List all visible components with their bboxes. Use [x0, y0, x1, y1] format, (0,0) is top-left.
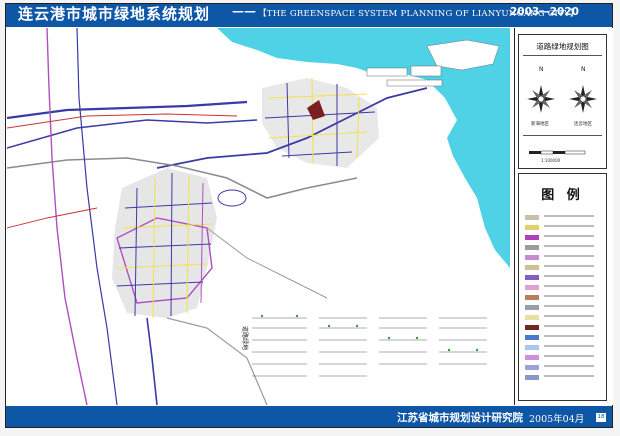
- legend-title: 图 例: [541, 188, 584, 203]
- urban-area-east: [262, 78, 379, 168]
- plan-info-panel: 道路绿地规划图 N N 新海地区 连云地区 1:100000: [518, 34, 607, 169]
- side-panel: 道路绿地规划图 N N 新海地区 连云地区 1:100000 图 例: [514, 28, 613, 405]
- legend-swatch: [525, 325, 539, 330]
- road-gray-diag: [206, 227, 328, 299]
- legend-swatch: [525, 305, 539, 310]
- road-section-diagrams: [252, 317, 487, 377]
- reservoir: [217, 189, 247, 207]
- legend-panel: 图 例: [518, 173, 607, 401]
- north-mark-left: N: [539, 66, 544, 73]
- legend-label-placeholder: [544, 235, 594, 237]
- road-red-1: [7, 113, 238, 129]
- legend-label-placeholder: [544, 275, 594, 277]
- legend-label-placeholder: [544, 285, 594, 287]
- legend-label-placeholder: [544, 225, 594, 227]
- legend-swatch: [525, 335, 539, 340]
- legend-label-placeholder: [544, 315, 594, 317]
- title-years: 2003—2020: [510, 6, 579, 18]
- legend-swatch: [525, 275, 539, 280]
- road-greenspace-map: 道路绿地: [7, 28, 510, 405]
- divider: [523, 135, 602, 136]
- legend-swatch: [525, 215, 539, 220]
- legend-swatch: [525, 345, 539, 350]
- legend-swatch: [525, 375, 539, 380]
- map-canvas: 道路绿地: [7, 28, 510, 405]
- legend-swatch: [525, 255, 539, 260]
- highway-mid: [7, 119, 258, 149]
- road-gray-south: [166, 317, 268, 405]
- scale-text: 1:100000: [541, 158, 561, 163]
- legend-label-placeholder: [544, 245, 594, 247]
- legend-label-placeholder: [544, 335, 594, 337]
- road-red-2: [7, 207, 98, 229]
- section-tree-marks: [260, 314, 479, 352]
- highway-south: [146, 317, 158, 405]
- legend-swatch: [525, 365, 539, 370]
- legend-label-placeholder: [544, 255, 594, 257]
- footer-page-number: 18: [596, 413, 606, 422]
- highway-west2: [76, 28, 118, 405]
- compass-left-icon: [527, 85, 555, 113]
- legend-label-placeholder: [544, 295, 594, 297]
- legend-label-placeholder: [544, 265, 594, 267]
- footer-date: 2005年04月: [529, 414, 585, 425]
- legend-swatch: [525, 265, 539, 270]
- legend-swatch: [525, 285, 539, 290]
- legend-swatch: [525, 225, 539, 230]
- port-piers: [366, 65, 443, 87]
- title-chinese: 连云港市城市绿地系统规划: [18, 5, 211, 23]
- compass-right-icon: [569, 85, 597, 113]
- compass-label-right: 连云地区: [574, 122, 592, 127]
- scale-bar-icon: [529, 150, 586, 155]
- legend-label-placeholder: [544, 365, 594, 367]
- legend-label-placeholder: [544, 345, 594, 347]
- legend-label-placeholder: [544, 375, 594, 377]
- compass-label-left: 新海地区: [531, 122, 549, 127]
- legend-label-placeholder: [544, 215, 594, 217]
- legend-swatch: [525, 315, 539, 320]
- plan-title: 道路绿地规划图: [536, 42, 589, 51]
- map-label-road: 道路绿地: [241, 326, 249, 350]
- title-dash: ——: [232, 4, 256, 18]
- legend-label-placeholder: [544, 325, 594, 327]
- legend-label-placeholder: [544, 355, 594, 357]
- north-mark-right: N: [581, 66, 586, 73]
- legend-label-placeholder: [544, 305, 594, 307]
- legend-swatch: [525, 235, 539, 240]
- legend-swatch: [525, 245, 539, 250]
- legend-swatch: [525, 355, 539, 360]
- footer-org: 江苏省城市规划设计研究院: [397, 412, 523, 424]
- divider: [523, 55, 602, 56]
- legend-swatch: [525, 295, 539, 300]
- compass-group: [527, 85, 597, 113]
